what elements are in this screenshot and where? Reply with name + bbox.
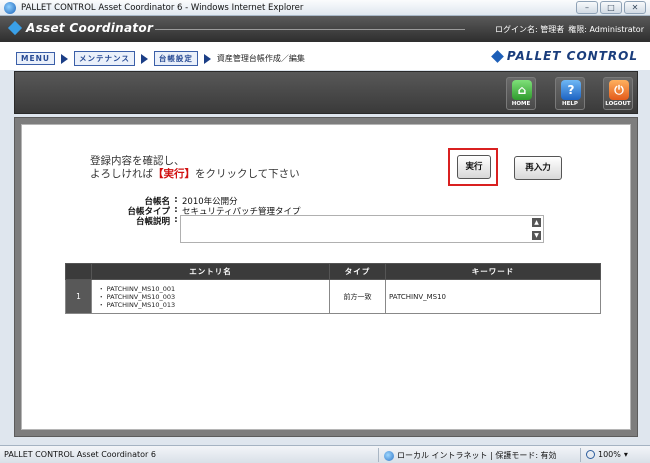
help-label: HELP xyxy=(562,101,578,107)
main-frame: 登録内容を確認し、 よろしければ【実行】をクリックして下さい 実行 再入力 台帳… xyxy=(14,117,638,437)
zoom-icon xyxy=(586,450,595,459)
breadcrumb-ledger-settings[interactable]: 台帳設定 xyxy=(153,51,198,66)
home-button[interactable]: ⌂ HOME xyxy=(506,77,536,110)
window-title: PALLET CONTROL Asset Coordinator 6 - Win… xyxy=(21,2,304,13)
scroll-up-icon[interactable]: ▲ xyxy=(532,218,541,227)
col-entry: エントリ名 xyxy=(91,263,330,280)
brand-diamond-icon xyxy=(490,49,504,63)
app-logo: Asset Coordinator xyxy=(7,20,154,36)
breadcrumb-row: MENU メンテナンス 台帳設定 資産管理台帳作成／編集 PALLET CONT… xyxy=(0,42,650,70)
brand-text: PALLET CONTROL xyxy=(506,49,638,63)
ledger-description-box: ▲ ▼ xyxy=(180,215,544,243)
table-row: 1 ・ PATCHINV_MS10_001 ・ PATCHINV_MS10_00… xyxy=(65,279,601,314)
row-number: 1 xyxy=(65,279,92,314)
zone-text: ローカル イントラネット | 保護モード: 有効 xyxy=(397,451,557,460)
chevron-down-icon[interactable]: ▾ xyxy=(624,450,628,459)
breadcrumb-maintenance[interactable]: メンテナンス xyxy=(73,51,135,66)
ledger-desc-row: 台帳説明 : xyxy=(112,215,182,227)
ledger-desc-label: 台帳説明 xyxy=(135,217,170,227)
entry-keyword: PATCHINV_MS10 xyxy=(385,279,601,314)
breadcrumb-arrow-icon xyxy=(60,53,68,64)
maximize-button[interactable]: □ xyxy=(600,1,622,14)
login-name: ログイン名: 管理者 xyxy=(494,25,565,34)
status-bar: PALLET CONTROL Asset Coordinator 6 ローカル … xyxy=(0,445,650,463)
instruction-prefix: よろしければ xyxy=(90,168,153,180)
confirmation-panel: 登録内容を確認し、 よろしければ【実行】をクリックして下さい 実行 再入力 台帳… xyxy=(21,124,631,430)
home-label: HOME xyxy=(511,101,531,107)
entry-name: ・ PATCHINV_MS10_013 xyxy=(98,300,176,309)
instruction-emphasis: 【実行】 xyxy=(153,168,195,180)
logout-icon: ⏻ xyxy=(609,80,629,100)
app-header: Asset Coordinator ログイン名: 管理者 権限: Adminis… xyxy=(0,16,650,42)
status-divider xyxy=(378,448,379,462)
login-info: ログイン名: 管理者 権限: Administrator xyxy=(495,24,644,35)
col-number xyxy=(65,263,92,280)
header-divider xyxy=(155,29,465,30)
toolbar: ⌂ HOME ? HELP ⏻ LOGOUT xyxy=(14,71,638,114)
col-keyword: キーワード xyxy=(385,263,601,280)
entry-type: 前方一致 xyxy=(329,279,386,314)
breadcrumb-menu[interactable]: MENU xyxy=(16,52,55,65)
instruction-line-2: よろしければ【実行】をクリックして下さい xyxy=(90,168,300,181)
breadcrumb-arrow-icon xyxy=(140,53,148,64)
status-text: PALLET CONTROL Asset Coordinator 6 xyxy=(4,450,156,459)
window-controls: – □ ✕ xyxy=(576,1,646,14)
col-type: タイプ xyxy=(329,263,386,280)
instruction-line-1: 登録内容を確認し、 xyxy=(90,155,185,167)
entry-name: ・ PATCHINV_MS10_003 xyxy=(98,292,176,301)
close-button[interactable]: ✕ xyxy=(624,1,646,14)
entry-name: ・ PATCHINV_MS10_001 xyxy=(98,284,176,293)
globe-icon xyxy=(384,450,394,461)
execute-button[interactable]: 実行 xyxy=(457,155,491,179)
table-header-row: エントリ名 タイプ キーワード xyxy=(65,263,601,280)
minimize-button[interactable]: – xyxy=(576,1,598,14)
breadcrumb: MENU メンテナンス 台帳設定 資産管理台帳作成／編集 xyxy=(16,51,305,66)
zoom-control[interactable]: 100% ▾ xyxy=(586,450,628,459)
brand-logo: PALLET CONTROL xyxy=(490,49,638,63)
help-button[interactable]: ? HELP xyxy=(555,77,585,110)
entry-table: エントリ名 タイプ キーワード 1 ・ PATCHINV_MS10_001 ・ … xyxy=(65,263,601,314)
logout-button[interactable]: ⏻ LOGOUT xyxy=(603,77,633,110)
app-logo-text: Asset Coordinator xyxy=(26,21,154,35)
home-icon: ⌂ xyxy=(512,80,532,100)
instruction-suffix: をクリックして下さい xyxy=(195,168,300,180)
entry-names: ・ PATCHINV_MS10_001 ・ PATCHINV_MS10_003 … xyxy=(91,279,330,314)
user-role: 権限: Administrator xyxy=(568,25,644,34)
window-titlebar: PALLET CONTROL Asset Coordinator 6 - Win… xyxy=(0,0,650,16)
instruction-text: 登録内容を確認し、 よろしければ【実行】をクリックして下さい xyxy=(90,155,300,181)
ie-icon xyxy=(4,1,16,14)
security-zone[interactable]: ローカル イントラネット | 保護モード: 有効 xyxy=(384,450,557,461)
zoom-level: 100% xyxy=(598,450,621,459)
reenter-button[interactable]: 再入力 xyxy=(514,156,562,180)
scroll-down-icon[interactable]: ▼ xyxy=(532,231,541,240)
status-divider xyxy=(580,448,581,462)
logout-label: LOGOUT xyxy=(605,101,631,107)
execute-highlight: 実行 xyxy=(448,148,498,186)
breadcrumb-arrow-icon xyxy=(203,53,211,64)
breadcrumb-current: 資産管理台帳作成／編集 xyxy=(216,54,305,63)
logo-diamond-icon xyxy=(7,20,23,36)
help-icon: ? xyxy=(561,80,581,100)
